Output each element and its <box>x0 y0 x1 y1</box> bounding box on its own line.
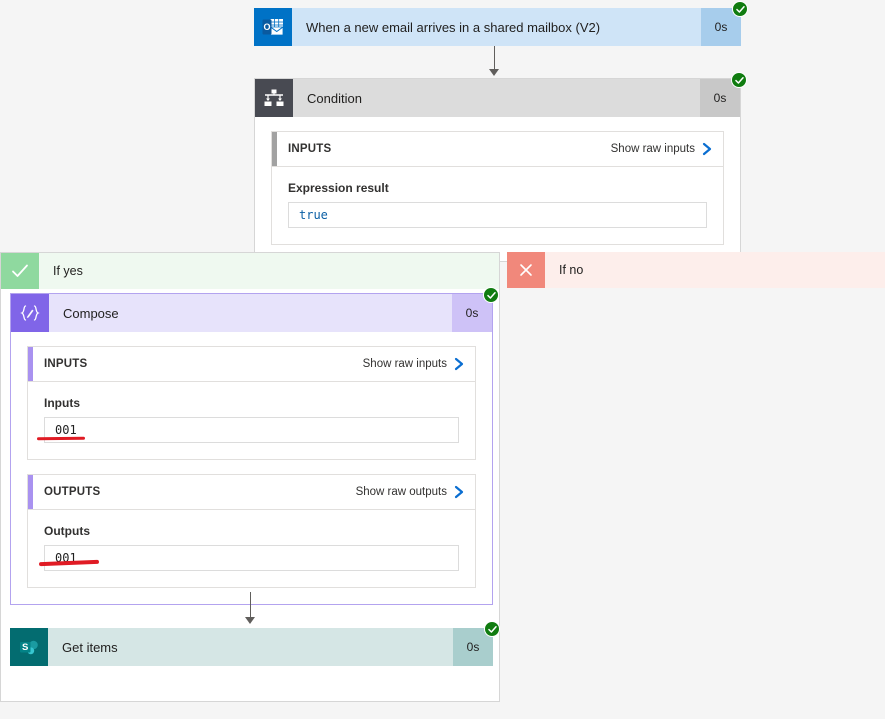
compose-inputs-label: INPUTS <box>44 358 88 370</box>
condition-inputs-body: Expression result true <box>272 167 723 244</box>
trigger-card-header[interactable]: O When a new email arrives in a shared m… <box>254 1 748 46</box>
condition-inputs-label: INPUTS <box>288 143 332 155</box>
outlook-icon: O <box>254 8 292 46</box>
connector-arrowhead <box>245 617 255 624</box>
branch-if-yes-header[interactable]: If yes <box>1 253 499 289</box>
chevron-right-icon <box>702 142 713 156</box>
svg-text:O: O <box>263 22 270 32</box>
close-x-icon <box>507 252 545 288</box>
branch-if-no-header[interactable]: If no <box>507 252 885 288</box>
condition-inputs-header: INPUTS Show raw inputs <box>272 132 723 167</box>
panel-accent-bar <box>28 347 33 381</box>
trigger-title: When a new email arrives in a shared mai… <box>306 19 601 35</box>
connector-compose-getitems <box>250 592 251 618</box>
show-raw-inputs-link[interactable]: Show raw inputs <box>363 357 465 371</box>
condition-card-body: INPUTS Show raw inputs Expression result… <box>255 117 740 261</box>
branch-if-no-label: If no <box>559 263 584 277</box>
show-raw-outputs-link[interactable]: Show raw outputs <box>356 485 465 499</box>
compose-title: Compose <box>63 305 119 321</box>
checkmark-icon <box>1 253 39 289</box>
condition-icon <box>255 79 293 117</box>
compose-inputs-value: 001 <box>55 423 77 437</box>
compose-inputs-field-label: Inputs <box>44 396 80 410</box>
get-items-card-header[interactable]: S Get items 0s <box>10 621 500 666</box>
compose-outputs-label: OUTPUTS <box>44 486 101 498</box>
panel-accent-bar <box>28 475 33 509</box>
status-success-icon <box>484 621 500 637</box>
expression-result-label: Expression result <box>288 181 389 195</box>
panel-accent-bar <box>272 132 277 166</box>
trigger-card[interactable]: O When a new email arrives in a shared m… <box>254 1 748 46</box>
compose-card-header[interactable]: Compose 0s <box>11 287 499 332</box>
condition-title: Condition <box>307 90 362 106</box>
compose-outputs-body: Outputs 001 <box>28 510 475 587</box>
compose-card[interactable]: Compose 0s INPUTS Show raw inputs Inputs… <box>10 287 499 605</box>
branch-if-yes-label: If yes <box>53 264 83 278</box>
status-success-icon <box>732 1 748 17</box>
compose-outputs-field: 001 <box>44 545 459 571</box>
annotation-underline-inputs <box>36 436 86 441</box>
expression-result-field: true <box>288 202 707 228</box>
condition-card[interactable]: Condition 0s INPUTS Show raw inputs Expr… <box>254 72 747 262</box>
condition-card-header[interactable]: Condition 0s <box>255 72 747 117</box>
get-items-card[interactable]: S Get items 0s <box>10 621 500 666</box>
svg-text:S: S <box>22 642 28 653</box>
show-raw-outputs-label: Show raw outputs <box>355 486 447 498</box>
compose-inputs-panel: INPUTS Show raw inputs Inputs 001 <box>27 346 476 460</box>
connector-arrowhead <box>489 69 499 76</box>
compose-inputs-header: INPUTS Show raw inputs <box>28 347 475 382</box>
status-success-icon <box>731 72 747 88</box>
compose-outputs-panel: OUTPUTS Show raw outputs Outputs 001 <box>27 474 476 588</box>
show-raw-inputs-link[interactable]: Show raw inputs <box>611 142 713 156</box>
compose-outputs-field-label: Outputs <box>44 524 90 538</box>
expression-result-value: true <box>299 208 328 222</box>
get-items-title: Get items <box>62 639 118 655</box>
compose-braces-icon <box>11 294 49 332</box>
flow-run-canvas: O When a new email arrives in a shared m… <box>0 0 885 719</box>
show-raw-inputs-label: Show raw inputs <box>362 358 447 370</box>
chevron-right-icon <box>454 357 465 371</box>
compose-inputs-field: 001 <box>44 417 459 443</box>
status-success-icon <box>483 287 499 303</box>
show-raw-inputs-label: Show raw inputs <box>610 143 695 155</box>
condition-inputs-panel: INPUTS Show raw inputs Expression result… <box>271 131 724 245</box>
connector-trigger-condition <box>494 46 495 70</box>
compose-outputs-header: OUTPUTS Show raw outputs <box>28 475 475 510</box>
sharepoint-icon: S <box>10 628 48 666</box>
compose-inputs-body: Inputs 001 <box>28 382 475 459</box>
chevron-right-icon <box>454 485 465 499</box>
branch-if-no: If no <box>507 252 885 288</box>
